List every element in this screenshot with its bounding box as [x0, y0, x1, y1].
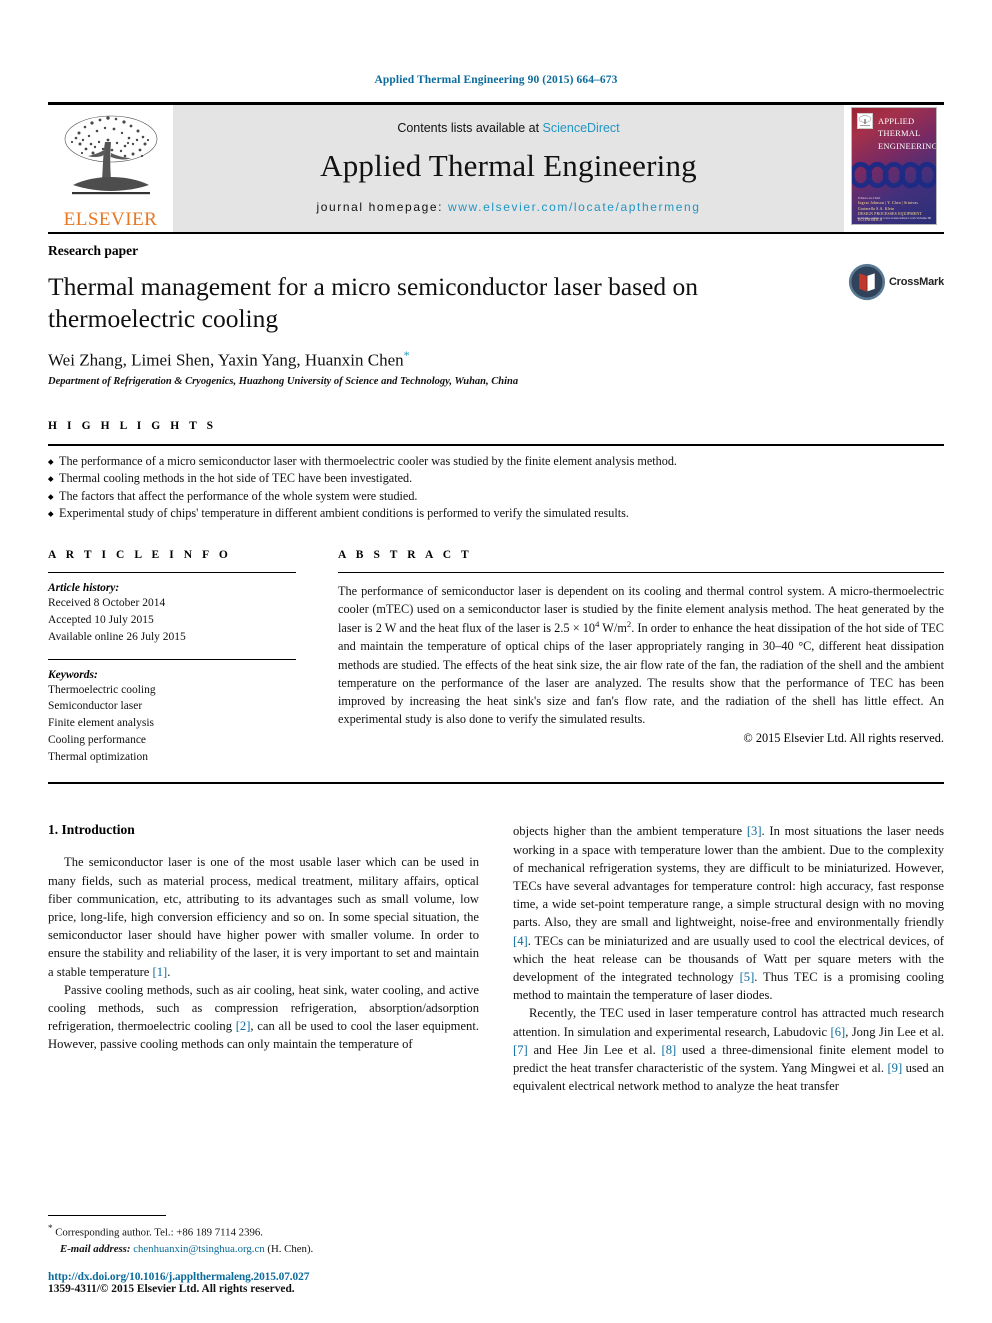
keywords-rule: [48, 658, 296, 660]
highlights-heading: H I G H L I G H T S: [48, 419, 217, 432]
page-title: Thermal management for a micro semicondu…: [48, 272, 699, 333]
citation-link[interactable]: [2]: [236, 1019, 251, 1033]
citation-link[interactable]: [5]: [740, 970, 755, 984]
highlight-item: Experimental study of chips' temperature…: [48, 505, 944, 522]
cover-elsevier-mark: [857, 113, 873, 129]
footnote-block: * Corresponding author. Tel.: +86 189 71…: [48, 1215, 466, 1295]
elsevier-tree-icon: [64, 115, 157, 195]
footnote-marker: *: [48, 1223, 53, 1234]
body-paragraph: Passive cooling methods, such as air coo…: [48, 982, 479, 1052]
body-column-right: objects higher than the ambient temperat…: [513, 822, 944, 1095]
cover-rings-graphic: [852, 161, 936, 189]
email-link[interactable]: chenhuanxin@tsinghua.org.cn: [133, 1243, 264, 1255]
homepage-prefix: journal homepage:: [316, 200, 449, 214]
corresponding-author-note: * Corresponding author. Tel.: +86 189 71…: [48, 1222, 466, 1241]
citation-link[interactable]: [4]: [513, 934, 528, 948]
crossmark-icon: [848, 263, 886, 301]
body-paragraph: Recently, the TEC used in laser temperat…: [513, 1006, 944, 1094]
citation-link[interactable]: [7]: [513, 1043, 528, 1057]
highlight-item: Thermal cooling methods in the hot side …: [48, 470, 944, 487]
highlights-section: H I G H L I G H T S The performance of a…: [48, 420, 944, 522]
body-paragraph: The semiconductor laser is one of the mo…: [48, 855, 479, 979]
abstract-column: A B S T R A C T The performance of semic…: [316, 549, 944, 765]
author-names: Wei Zhang, Limei Shen, Yaxin Yang, Huanx…: [48, 350, 404, 370]
corresponding-author-marker: *: [403, 348, 410, 363]
cover-title-line3: ENGINEERING: [878, 140, 937, 151]
running-head: Applied Thermal Engineering 90 (2015) 66…: [374, 74, 618, 86]
article-history-item: Available online 26 July 2015: [48, 630, 186, 643]
body-paragraph: objects higher than the ambient temperat…: [513, 824, 944, 1003]
title-block: Research paper Thermal management for a …: [48, 234, 944, 387]
cover-title-line2: THERMAL: [878, 128, 921, 139]
keyword-item: Thermoelectric cooling: [48, 683, 156, 696]
cover-bottom-line: Available online at www.sciencedirect.co…: [856, 216, 932, 220]
abstract-part-3: . In order to enhance the heat dissipati…: [338, 621, 944, 726]
elsevier-logo: ELSEVIER: [48, 105, 173, 232]
crossmark-badge[interactable]: CrossMark: [848, 256, 944, 308]
section-heading-introduction: 1. Introduction: [48, 822, 135, 838]
article-type: Research paper: [48, 243, 139, 258]
body-columns: 1. Introduction The semiconductor laser …: [48, 822, 944, 1095]
cover-tree-icon: [858, 115, 872, 126]
article-info-rule: [48, 572, 296, 574]
email-suffix: (H. Chen).: [267, 1242, 314, 1255]
highlight-item: The factors that affect the performance …: [48, 488, 944, 505]
body-column-left: 1. Introduction The semiconductor laser …: [48, 822, 479, 1095]
cover-title: APPLIED THERMAL ENGINEERING: [878, 115, 937, 152]
journal-title: Applied Thermal Engineering: [320, 148, 697, 183]
journal-masthead: ELSEVIER Contents lists available at Sci…: [48, 102, 944, 232]
affiliation: Department of Refrigeration & Cryogenics…: [48, 375, 519, 387]
crossmark-label: CrossMark: [888, 276, 944, 288]
email-label: E-mail address:: [60, 1242, 131, 1255]
email-note: E-mail address: chenhuanxin@tsinghua.org…: [48, 1241, 466, 1257]
article-history-label: Article history:: [48, 582, 120, 595]
abstract-text: The performance of semiconductor laser i…: [338, 582, 944, 728]
info-abstract-block: A R T I C L E I N F O Article history: R…: [48, 549, 944, 765]
keywords-label: Keywords:: [48, 668, 98, 681]
article-history-item: Accepted 10 July 2015: [48, 613, 154, 626]
issn-copyright: 1359-4311/© 2015 Elsevier Ltd. All right…: [48, 1283, 295, 1295]
article-info-column: A R T I C L E I N F O Article history: R…: [48, 549, 316, 765]
abstract-rule: [338, 572, 944, 574]
elsevier-wordmark: ELSEVIER: [63, 209, 158, 230]
abstract-part-2: W/m: [599, 621, 627, 636]
doi-block: http://dx.doi.org/10.1016/j.applthermale…: [48, 1271, 466, 1295]
abstract-copyright: © 2015 Elsevier Ltd. All rights reserved…: [743, 730, 944, 745]
cover-editors-names: Ingvar Johnson | Y. Chen | Srinivas Gari…: [858, 201, 919, 211]
corresponding-author-text: Corresponding author. Tel.: +86 189 7114…: [55, 1226, 263, 1239]
citation-link[interactable]: [8]: [662, 1043, 677, 1057]
article-info-heading: A R T I C L E I N F O: [48, 549, 232, 562]
sciencedirect-link[interactable]: ScienceDirect: [543, 121, 620, 135]
highlight-item: The performance of a micro semiconductor…: [48, 453, 944, 470]
keyword-item: Finite element analysis: [48, 717, 155, 730]
keyword-item: Semiconductor laser: [48, 700, 143, 713]
abstract-bottom-rule: [48, 782, 944, 785]
journal-banner: Contents lists available at ScienceDirec…: [173, 105, 844, 232]
article-history-item: Received 8 October 2014: [48, 597, 166, 610]
journal-cover-thumbnail[interactable]: APPLIED THERMAL ENGINEERING Editors-in-C…: [844, 105, 944, 232]
contents-prefix: Contents lists available at: [397, 121, 543, 135]
doi-link[interactable]: http://dx.doi.org/10.1016/j.applthermale…: [48, 1271, 466, 1283]
citation-link[interactable]: [3]: [747, 824, 762, 838]
footnote-rule: [48, 1215, 166, 1217]
keyword-item: Thermal optimization: [48, 750, 148, 763]
journal-cover-image: APPLIED THERMAL ENGINEERING Editors-in-C…: [851, 107, 937, 225]
homepage-link[interactable]: www.elsevier.com/locate/apthermeng: [448, 200, 701, 214]
citation-link[interactable]: [6]: [831, 1025, 846, 1039]
author-list: Wei Zhang, Limei Shen, Yaxin Yang, Huanx…: [48, 348, 944, 371]
citation-link[interactable]: [9]: [887, 1061, 902, 1075]
contents-list-line: Contents lists available at ScienceDirec…: [397, 121, 619, 135]
article-page: Applied Thermal Engineering 90 (2015) 66…: [0, 0, 992, 1323]
highlights-rule: [48, 443, 944, 446]
abstract-heading: A B S T R A C T: [338, 549, 473, 562]
keyword-item: Cooling performance: [48, 733, 147, 746]
citation-link[interactable]: [1]: [153, 965, 168, 979]
cover-title-line1: APPLIED: [878, 116, 915, 126]
journal-homepage-line: journal homepage: www.elsevier.com/locat…: [316, 200, 700, 214]
